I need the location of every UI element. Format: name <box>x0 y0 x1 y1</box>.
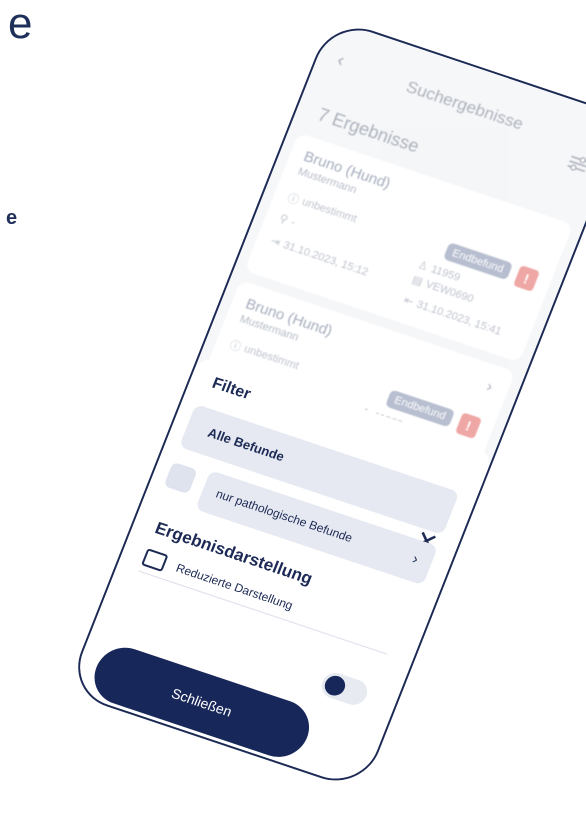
question-circle-icon: ⓘ <box>285 191 301 207</box>
received-date: 31.10.2023, 15:12 <box>281 238 371 278</box>
close-button[interactable]: Schließen <box>85 640 318 765</box>
status-text: unbestimmt <box>242 343 301 373</box>
chevron-right-icon[interactable]: › <box>484 378 495 396</box>
toggle-knob <box>321 673 349 699</box>
question-circle-icon: ⓘ <box>227 339 243 354</box>
alert-badge: ! <box>455 412 483 440</box>
filter-option-label: Alle Befunde <box>205 424 287 465</box>
user-icon: ♙ <box>416 258 430 274</box>
clipboard-icon: ▤ <box>410 273 425 289</box>
species-value: - <box>289 215 298 229</box>
received-row: ⇥ 31.10.2023, 15:12 <box>269 234 370 278</box>
phone-mockup: ‹ Suchergebnisse 7 Ergebnisse Bruno (Hun… <box>65 16 586 793</box>
status-text: unbestimmt <box>300 195 359 226</box>
filter-title: Filter <box>209 374 254 404</box>
checkbox[interactable] <box>163 461 198 495</box>
filter-sliders-icon[interactable] <box>565 152 586 175</box>
reduced-view-toggle[interactable] <box>317 669 372 709</box>
logout-icon: ⇤ <box>402 294 416 309</box>
divider <box>138 570 388 655</box>
finished-row: ⇤ 31.10.2023, 15:41 <box>402 293 503 337</box>
stamp-icon: ⚲ <box>277 212 290 227</box>
alert-badge: ! <box>513 265 541 292</box>
login-icon: ⇥ <box>268 234 282 249</box>
species-row: ⚲ - <box>278 212 298 229</box>
finished-date: 31.10.2023, 15:41 <box>414 297 504 338</box>
chevron-right-icon: › <box>409 550 421 568</box>
reduced-view-icon <box>141 548 169 572</box>
page-title: Suchergebnisse <box>403 77 527 134</box>
